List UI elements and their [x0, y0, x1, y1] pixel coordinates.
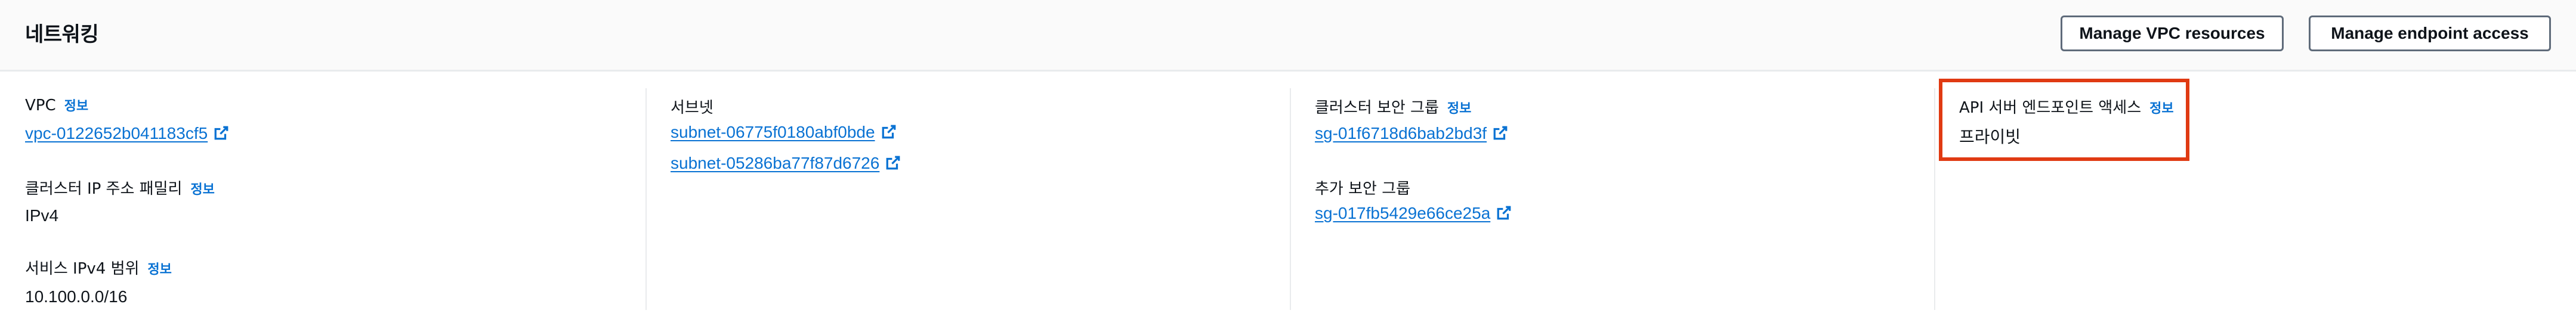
- cluster-sg-label: 클러스터 보안 그룹 정보: [1315, 99, 1472, 117]
- column-divider: [1934, 88, 1935, 310]
- cluster-sg-info-link[interactable]: 정보: [1447, 101, 1471, 116]
- vpc-label: VPC 정보: [25, 97, 89, 114]
- subnets-label: 서브넷: [671, 99, 714, 117]
- external-link-icon: [1497, 206, 1511, 220]
- service-range-value: 10.100.0.0/16: [25, 287, 128, 306]
- panel-header: 네트워킹 Manage VPC resources Manage endpoin…: [0, 0, 2576, 72]
- service-range-info-link[interactable]: 정보: [147, 262, 171, 277]
- subnet-link[interactable]: subnet-05286ba77f87d6726: [671, 154, 901, 173]
- ip-family-value: IPv4: [25, 206, 59, 225]
- subnet-link[interactable]: subnet-06775f0180abf0bde: [671, 123, 897, 142]
- external-link-icon: [214, 126, 228, 140]
- highlight-box: [1939, 79, 2189, 161]
- additional-sg-link[interactable]: sg-017fb5429e66ce25a: [1315, 204, 1512, 223]
- ip-family-label: 클러스터 IP 주소 패밀리 정보: [25, 180, 215, 198]
- service-range-label: 서비스 IPv4 범위 정보: [25, 260, 172, 278]
- vpc-link[interactable]: vpc-0122652b041183cf5: [25, 124, 229, 143]
- additional-sg-label: 추가 보안 그룹: [1315, 180, 1411, 198]
- external-link-icon: [1493, 126, 1508, 140]
- ip-family-info-link[interactable]: 정보: [190, 182, 214, 197]
- column-divider: [645, 88, 647, 310]
- networking-panel: 네트워킹 Manage VPC resources Manage endpoin…: [0, 0, 2576, 335]
- manage-vpc-resources-button[interactable]: Manage VPC resources: [2061, 15, 2284, 51]
- external-link-icon: [882, 125, 895, 139]
- cluster-sg-link[interactable]: sg-01f6718d6bab2bd3f: [1315, 124, 1508, 143]
- panel-title: 네트워킹: [25, 23, 99, 46]
- manage-endpoint-access-button[interactable]: Manage endpoint access: [2309, 15, 2551, 51]
- external-link-icon: [886, 156, 900, 170]
- vpc-info-link[interactable]: 정보: [64, 99, 88, 114]
- column-divider: [1290, 88, 1291, 310]
